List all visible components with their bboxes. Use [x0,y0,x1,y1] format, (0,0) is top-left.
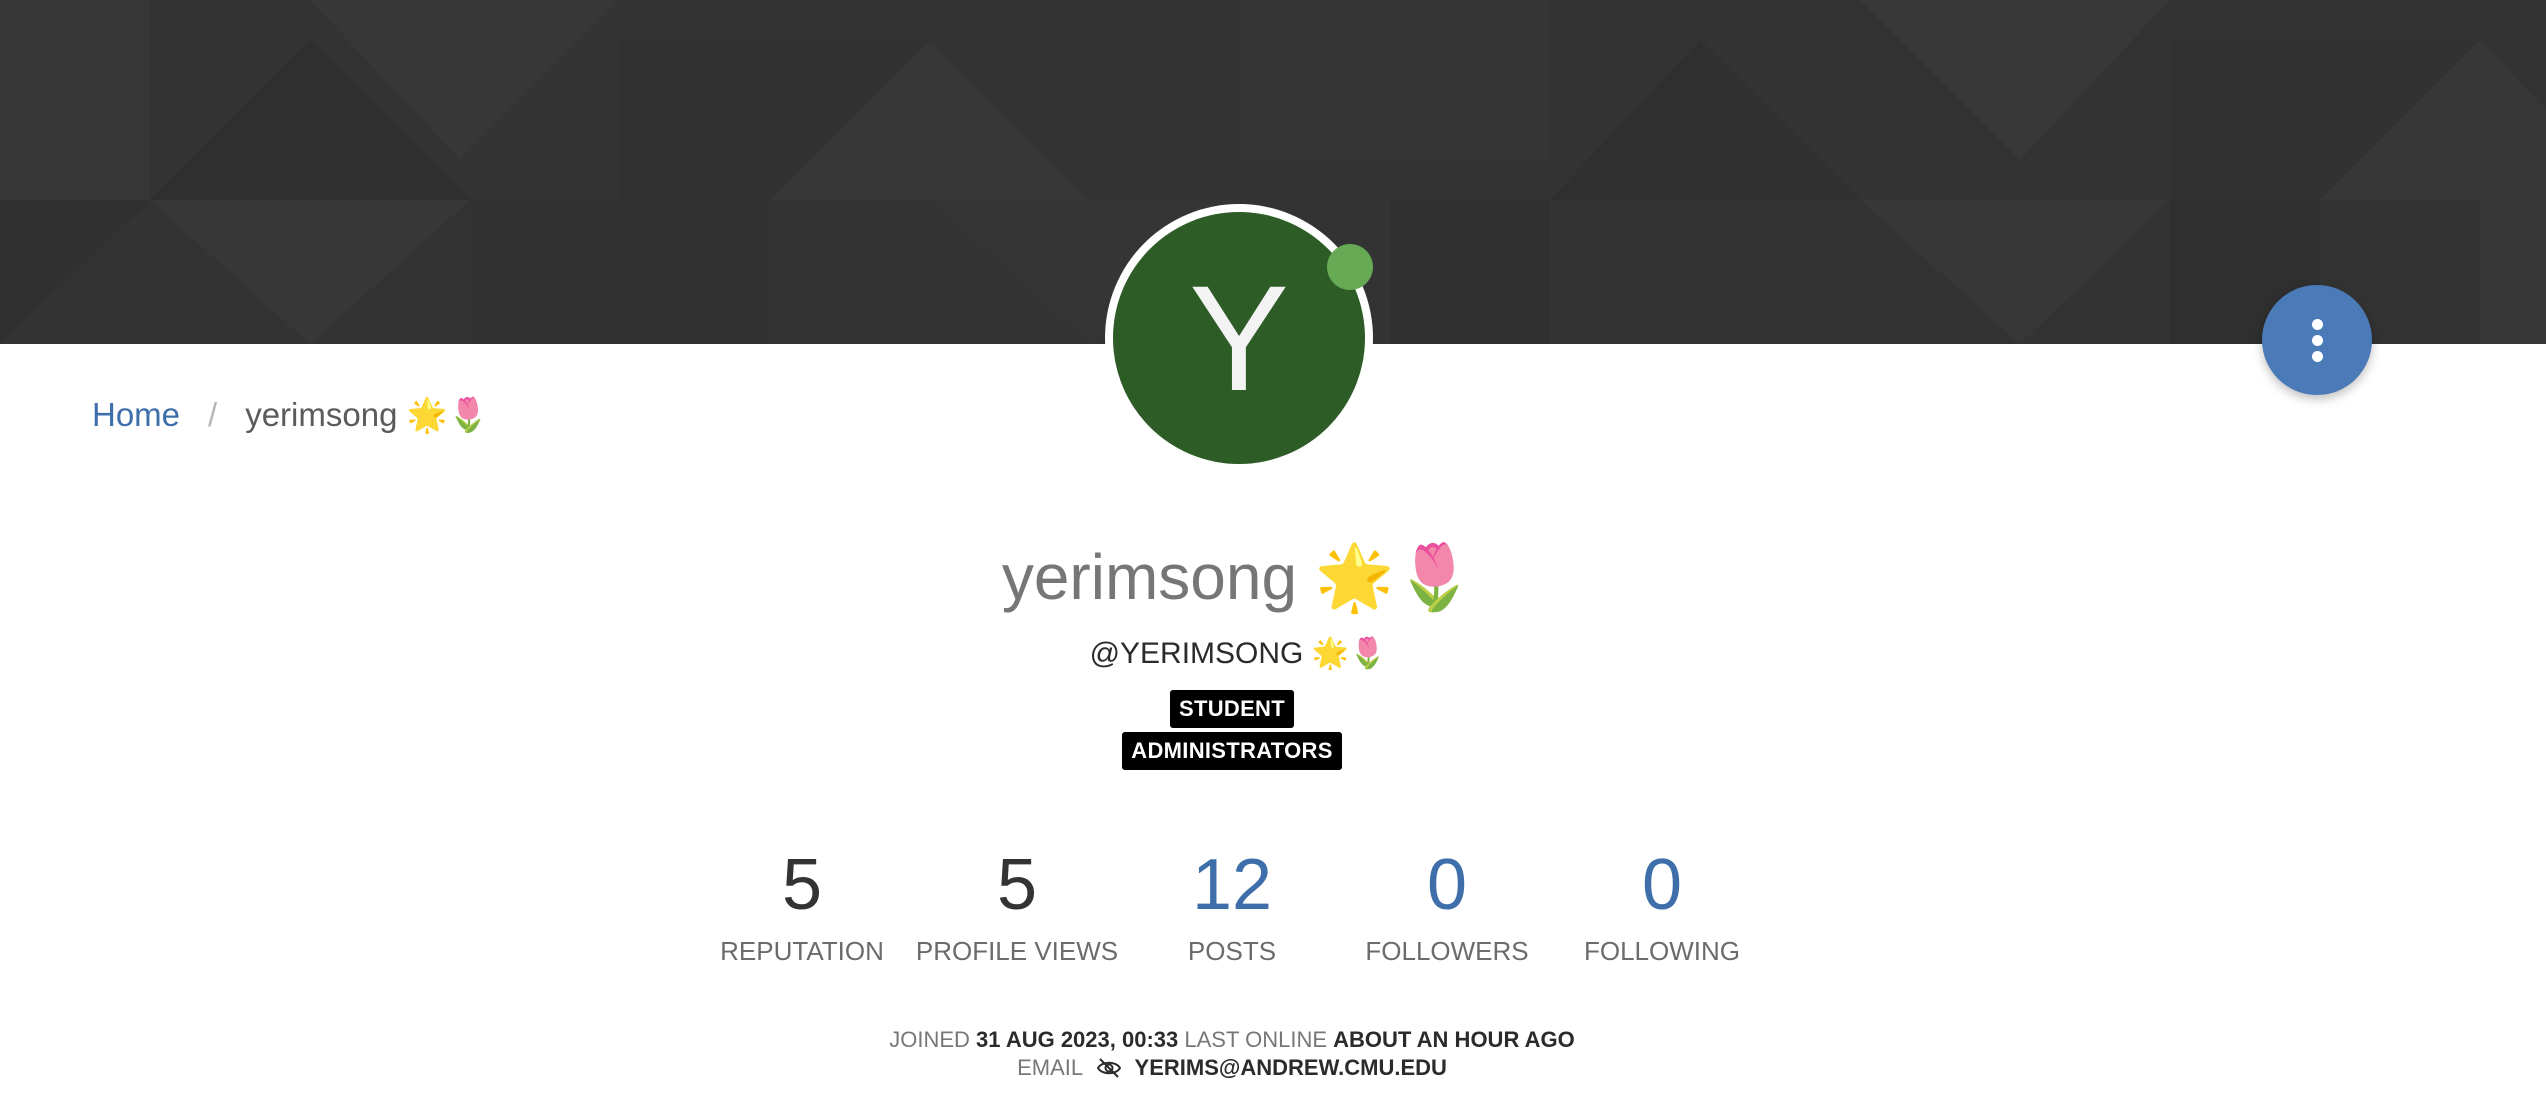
joined-date: 31 AUG 2023, 00:33 [976,1027,1179,1052]
email-value: YERIMS@ANDREW.CMU.EDU [1134,1055,1447,1080]
breadcrumb: Home / yerimsong 🌟🌷 [92,390,489,440]
avatar[interactable]: Y [1113,212,1365,464]
breadcrumb-home-link[interactable]: Home [92,396,180,434]
joined-label: JOINED [889,1027,970,1052]
stat-followers[interactable]: 0 FOLLOWERS [1337,842,1557,968]
stat-profile-views-value: 5 [996,845,1038,925]
avatar-frame: Y [1105,204,1373,472]
stat-following-value[interactable]: 0 [1552,842,1772,928]
online-status-indicator [1327,244,1373,290]
avatar-letter: Y [1188,254,1290,422]
stat-posts-label: POSTS [1187,936,1277,966]
stat-reputation-label: REPUTATION [720,936,884,966]
profile-username: @YERIMSONG 🌟🌷 [1089,637,1387,670]
last-online-value: ABOUT AN HOUR AGO [1333,1027,1575,1052]
stat-reputation: 5 REPUTATION [692,842,912,968]
group-badge-administrators[interactable]: ADMINISTRATORS [1122,732,1342,770]
group-badges: STUDENT ADMINISTRATORS [0,690,2464,770]
breadcrumb-current: yerimsong 🌟🌷 [245,395,489,433]
profile-actions-button[interactable] [2262,285,2372,395]
stat-followers-label: FOLLOWERS [1365,936,1529,966]
stat-following[interactable]: 0 FOLLOWING [1552,842,1772,968]
stat-profile-views: 5 PROFILE VIEWS [907,842,1127,968]
profile-fullname: yerimsong 🌟🌷 [1001,541,1475,613]
group-badge-student[interactable]: STUDENT [1170,690,1294,728]
stat-posts[interactable]: 12 POSTS [1122,842,1342,968]
joined-info: JOINED 31 AUG 2023, 00:33 LAST ONLINE AB… [0,1026,2464,1054]
email-info: EMAIL YERIMS@ANDREW.CMU.EDU [0,1054,2464,1086]
stat-following-label: FOLLOWING [1583,936,1740,966]
kebab-menu-icon [2311,318,2323,362]
email-label: EMAIL [1017,1055,1083,1080]
breadcrumb-separator: / [208,396,218,433]
stat-reputation-value: 5 [781,845,823,925]
stat-followers-value[interactable]: 0 [1337,842,1557,928]
stat-posts-value[interactable]: 12 [1122,842,1342,928]
eye-slash-icon [1096,1057,1122,1086]
stat-profile-views-label: PROFILE VIEWS [915,936,1119,966]
last-online-label: LAST ONLINE [1184,1027,1328,1052]
